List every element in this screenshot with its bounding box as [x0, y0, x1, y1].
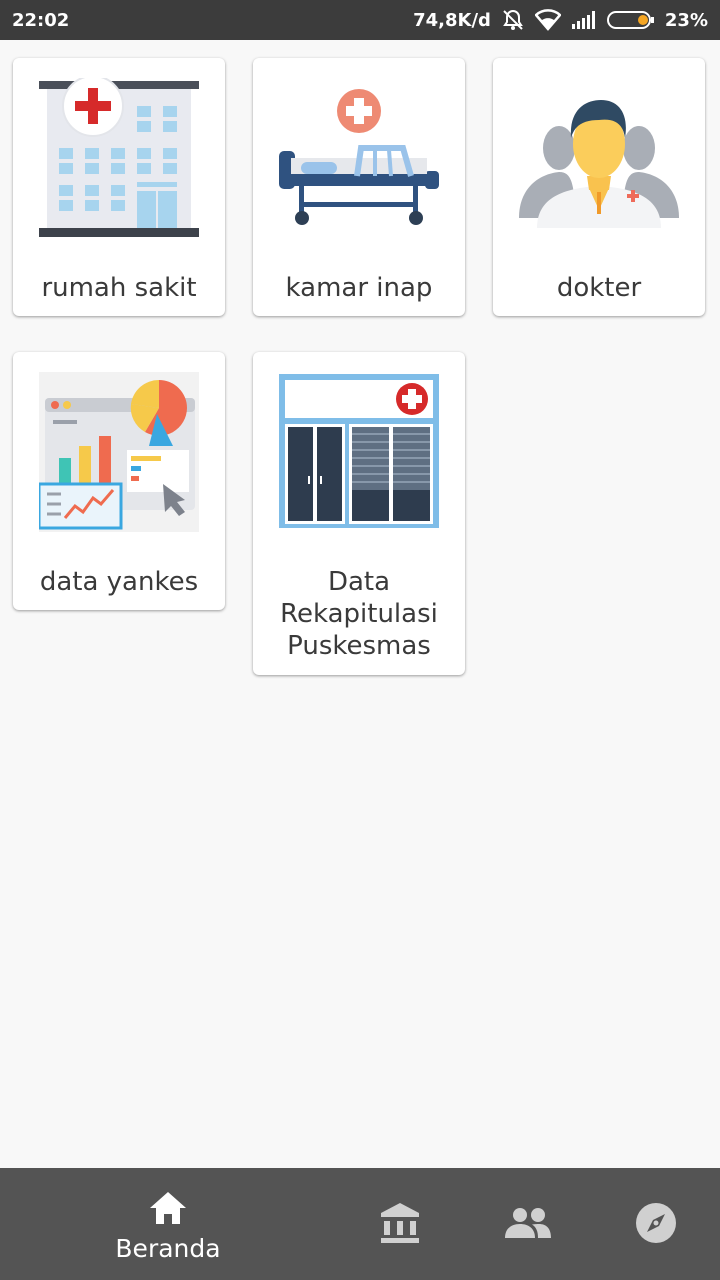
- hospital-bed-icon: [279, 78, 439, 238]
- nav-label-beranda: Beranda: [115, 1234, 221, 1263]
- menu-card-label: kamar inap: [285, 273, 433, 303]
- hospital-building-icon: [39, 78, 199, 238]
- nav-item-people[interactable]: [488, 1168, 568, 1280]
- bottom-navigation: Beranda: [0, 1168, 720, 1280]
- alarm-off-icon: [501, 8, 525, 32]
- doctor-icon: [519, 78, 679, 238]
- status-right-group: 74,8K/d 23%: [413, 8, 708, 32]
- puskesmas-building-icon: [279, 372, 439, 532]
- wifi-icon: [534, 9, 561, 31]
- nav-item-institution[interactable]: [360, 1168, 440, 1280]
- battery-percent: 23%: [664, 9, 708, 31]
- nav-item-explore[interactable]: [616, 1168, 696, 1280]
- status-time: 22:02: [12, 9, 70, 31]
- menu-card-rumah-sakit[interactable]: rumah sakit: [13, 58, 225, 316]
- home-icon: [148, 1190, 188, 1226]
- status-bar: 22:02 74,8K/d 23%: [0, 0, 720, 40]
- compass-icon: [636, 1203, 676, 1243]
- signal-icon: [571, 10, 597, 30]
- institution-icon: [380, 1202, 420, 1244]
- menu-card-label: rumah sakit: [41, 273, 197, 303]
- battery-fill: [637, 15, 648, 25]
- people-icon: [504, 1206, 552, 1240]
- menu-card-label-line-3: Puskesmas: [287, 631, 431, 661]
- menu-card-data-yankes[interactable]: data yankes: [13, 352, 225, 610]
- menu-card-label-line-2: Rekapitulasi: [280, 599, 438, 629]
- menu-card-label: data yankes: [39, 567, 199, 597]
- menu-card-label-line-1: Data: [327, 567, 391, 597]
- data-analytics-icon: [39, 372, 199, 532]
- network-speed: 74,8K/d: [413, 9, 491, 31]
- nav-item-beranda[interactable]: Beranda: [88, 1168, 248, 1280]
- menu-card-dokter[interactable]: dokter: [493, 58, 705, 316]
- menu-card-kamar-inap[interactable]: kamar inap: [253, 58, 465, 316]
- battery-icon: [606, 10, 655, 30]
- menu-card-label: dokter: [556, 273, 642, 303]
- menu-card-data-rekapitulasi-puskesmas[interactable]: Data Rekapitulasi Puskesmas: [253, 352, 465, 675]
